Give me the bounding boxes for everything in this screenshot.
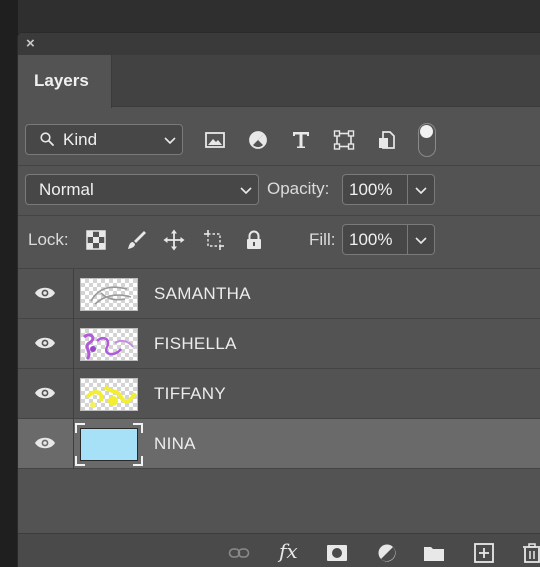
tab-layers-label: Layers: [34, 71, 89, 90]
fill-label: Fill:: [309, 230, 336, 249]
close-icon[interactable]: ×: [26, 36, 35, 52]
column-separator: [73, 369, 74, 419]
layer-thumbnail: [80, 328, 138, 361]
tab-layers[interactable]: Layers: [18, 55, 112, 108]
divider: [18, 165, 540, 166]
kind-filter-select[interactable]: Kind: [25, 124, 183, 155]
trash-icon[interactable]: [521, 543, 540, 563]
folder-icon[interactable]: [423, 543, 445, 563]
fx-icon[interactable]: fx: [279, 539, 298, 563]
smart-object-filter-icon[interactable]: [376, 130, 398, 150]
lock-label: Lock:: [28, 230, 69, 249]
toggle-knob: [420, 125, 433, 138]
layer-name[interactable]: FISHELLA: [154, 334, 237, 354]
layer-filter-row: Kind: [18, 121, 540, 159]
mask-icon[interactable]: [326, 543, 348, 563]
visibility-eye-icon[interactable]: [34, 336, 56, 350]
panel-titlebar: ×: [18, 33, 540, 55]
search-icon: [40, 132, 54, 146]
layers-panel: × Layers Kind Normal Opacity: 100% Lock:…: [17, 32, 540, 567]
adjustment-icon[interactable]: [376, 543, 398, 563]
fishella-art: [83, 333, 134, 360]
panel-tab-bar: Layers: [18, 55, 540, 108]
filter-toggle[interactable]: [418, 123, 436, 157]
layer-row-fishella[interactable]: FISHELLA: [18, 319, 540, 369]
lock-row: Lock: Fill: 100%: [18, 223, 540, 257]
fill-field[interactable]: 100%: [342, 224, 435, 255]
field-separator: [407, 225, 408, 254]
lock-transparent-pixels-icon[interactable]: [85, 229, 107, 251]
visibility-eye-icon[interactable]: [34, 386, 56, 400]
canvas-background: [0, 0, 18, 567]
layer-name[interactable]: NINA: [154, 434, 196, 454]
selection-corner-brackets: [75, 423, 143, 466]
chevron-down-icon: [164, 137, 176, 145]
link-layers-icon[interactable]: [228, 543, 250, 563]
adjustment-filter-icon[interactable]: [247, 130, 269, 150]
chevron-down-icon[interactable]: [415, 237, 427, 245]
lock-image-pixels-icon[interactable]: [125, 229, 147, 251]
layer-name[interactable]: SAMANTHA: [154, 284, 251, 304]
layers-list: SAMANTHA FISHELLA TIFFANY NINA: [18, 268, 540, 533]
chevron-down-icon[interactable]: [415, 187, 427, 195]
layers-footer-toolbar: fx: [18, 533, 540, 567]
kind-filter-label: Kind: [63, 130, 98, 149]
chevron-down-icon: [240, 187, 252, 195]
image-filter-icon[interactable]: [204, 130, 226, 150]
column-separator: [73, 419, 74, 469]
samantha-art: [90, 286, 132, 305]
visibility-eye-icon[interactable]: [34, 286, 56, 300]
layer-row-tiffany[interactable]: TIFFANY: [18, 369, 540, 419]
opacity-field[interactable]: 100%: [342, 174, 435, 205]
layer-name[interactable]: TIFFANY: [154, 384, 226, 404]
tiffany-art: [85, 385, 137, 408]
visibility-eye-icon[interactable]: [34, 436, 56, 450]
blend-row: Normal Opacity: 100%: [18, 173, 540, 207]
blend-mode-select[interactable]: Normal: [25, 174, 259, 205]
new-layer-icon[interactable]: [473, 543, 495, 563]
layer-row-nina[interactable]: NINA: [18, 419, 540, 469]
blend-mode-value: Normal: [39, 180, 94, 199]
lock-all-icon[interactable]: [243, 229, 265, 251]
lock-artboard-icon[interactable]: [203, 229, 225, 251]
field-separator: [407, 175, 408, 204]
lock-position-icon[interactable]: [163, 229, 185, 251]
opacity-label: Opacity:: [267, 179, 330, 198]
column-separator: [73, 269, 74, 319]
divider: [18, 215, 540, 216]
fill-value: 100%: [349, 230, 393, 249]
layer-thumbnail: [80, 278, 138, 311]
layer-thumbnail: [80, 378, 138, 411]
shape-filter-icon[interactable]: [333, 130, 355, 150]
column-separator: [73, 319, 74, 369]
type-filter-icon[interactable]: [290, 130, 312, 150]
layer-row-samantha[interactable]: SAMANTHA: [18, 269, 540, 319]
opacity-value: 100%: [349, 180, 393, 199]
